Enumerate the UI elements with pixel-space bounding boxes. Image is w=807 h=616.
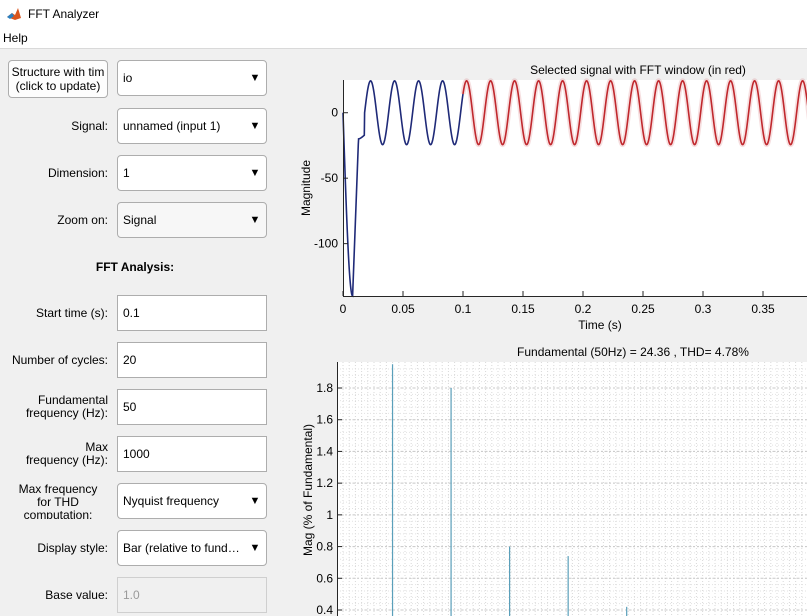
fft-window-glow — [460, 78, 807, 148]
signal-y-tick-label: -100 — [314, 237, 338, 251]
signal-chart-title: Selected signal with FFT window (in red) — [530, 63, 746, 77]
structure-button-line2: (click to update) — [15, 79, 101, 93]
display-style-dropdown[interactable]: Bar (relative to fund… ▼ — [117, 530, 267, 566]
signal-x-tick-label: 0.1 — [455, 302, 472, 316]
spectrum-y-tick-label: 1.2 — [316, 476, 333, 490]
max-frequency-label-line2: frequency (Hz): — [25, 453, 108, 467]
dropdown-arrow-icon: ▼ — [249, 167, 261, 179]
spectrum-y-tick-label: 0.6 — [316, 571, 333, 585]
dropdown-arrow-icon: ▼ — [249, 495, 261, 507]
fundamental-label: Fundamental frequency (Hz): — [0, 389, 108, 425]
signal-plot-background — [343, 80, 807, 296]
spectrum-y-tick-label: 1 — [326, 508, 333, 522]
fundamental-label-line2: frequency (Hz): — [25, 406, 108, 420]
signal-y-tick-label: 0 — [331, 106, 338, 120]
zoom-dropdown-value: Signal — [123, 213, 157, 227]
menu-help[interactable]: Help — [0, 31, 32, 45]
signal-label: Signal: — [71, 118, 108, 133]
dropdown-arrow-icon: ▼ — [249, 542, 261, 554]
thd-label-line3: computation: — [23, 508, 93, 520]
window-title: FFT Analyzer — [28, 7, 100, 21]
signal-x-tick-label: 0.35 — [751, 302, 775, 316]
signal-x-tick-label: 0.05 — [391, 302, 415, 316]
start-time-input[interactable]: 0.1 — [117, 295, 267, 331]
matlab-app-icon — [6, 6, 22, 22]
control-panel: Structure with tim (click to update) io ▼… — [0, 50, 300, 616]
fft-analysis-title: FFT Analysis: — [95, 260, 175, 274]
menu-bar: Help — [0, 28, 807, 49]
dimension-dropdown-value: 1 — [123, 166, 130, 180]
title-bar: FFT Analyzer — [0, 0, 807, 28]
max-frequency-label: Max frequency (Hz): — [0, 436, 108, 472]
base-value-input: 1.0 — [117, 577, 267, 613]
structure-update-button[interactable]: Structure with tim (click to update) — [8, 60, 108, 98]
thd-label-line2: for THD — [37, 495, 79, 509]
signal-y-tick-label: -50 — [321, 171, 339, 185]
display-style-label: Display style: — [37, 540, 108, 555]
thd-dropdown[interactable]: Nyquist frequency ▼ — [117, 483, 267, 519]
signal-chart: Selected signal with FFT window (in red)… — [299, 63, 807, 332]
spectrum-chart-title: Fundamental (50Hz) = 24.36 , THD= 4.78% — [517, 345, 749, 359]
cycles-label: Number of cycles: — [11, 352, 108, 367]
signal-x-axis-label: Time (s) — [578, 318, 622, 332]
signal-x-tick-label: 0.25 — [631, 302, 655, 316]
signal-x-tick-label: 0 — [340, 302, 347, 316]
zoom-label: Zoom on: — [57, 212, 108, 227]
signal-dropdown-value: unnamed (input 1) — [123, 119, 221, 133]
structure-dropdown-value: io — [123, 71, 133, 85]
signal-x-tick-label: 0.15 — [511, 302, 535, 316]
signal-trace — [342, 79, 464, 298]
base-value-label: Base value: — [45, 587, 108, 602]
signal-y-axis-label: Magnitude — [299, 160, 313, 216]
zoom-dropdown[interactable]: Signal ▼ — [117, 202, 267, 238]
dimension-dropdown[interactable]: 1 ▼ — [117, 155, 267, 191]
dropdown-arrow-icon: ▼ — [249, 214, 261, 226]
signal-dropdown[interactable]: unnamed (input 1) ▼ — [117, 108, 267, 144]
spectrum-y-tick-label: 0.4 — [316, 603, 333, 616]
spectrum-y-tick-label: 1.4 — [316, 444, 333, 458]
fft-window-trace — [462, 80, 807, 146]
structure-button-line1: Structure with tim — [11, 65, 105, 79]
max-frequency-input[interactable]: 1000 — [117, 436, 267, 472]
spectrum-plot-background — [337, 362, 807, 616]
dropdown-arrow-icon: ▼ — [249, 120, 261, 132]
display-style-dropdown-value: Bar (relative to fund… — [123, 541, 240, 555]
start-time-label: Start time (s): — [35, 305, 108, 320]
thd-label: Max frequency for THD computation: — [0, 483, 108, 519]
spectrum-y-axis-label: Mag (% of Fundamental) — [301, 424, 315, 556]
spectrum-y-tick-label: 1.6 — [316, 413, 333, 427]
signal-x-tick-label: 0.3 — [695, 302, 712, 316]
spectrum-y-tick-label: 1.8 — [316, 381, 333, 395]
spectrum-y-tick-label: 0.8 — [316, 540, 333, 554]
fundamental-input[interactable]: 50 — [117, 389, 267, 425]
dimension-label: Dimension: — [47, 165, 108, 180]
fundamental-label-line1: Fundamental — [37, 393, 108, 407]
dropdown-arrow-icon: ▼ — [249, 72, 261, 84]
signal-x-tick-label: 0.2 — [575, 302, 592, 316]
structure-dropdown[interactable]: io ▼ — [117, 60, 267, 96]
max-frequency-label-line1: Max — [85, 440, 108, 454]
spectrum-chart: Fundamental (50Hz) = 24.36 , THD= 4.78% … — [301, 345, 807, 616]
thd-dropdown-value: Nyquist frequency — [123, 494, 220, 508]
cycles-input[interactable]: 20 — [117, 342, 267, 378]
